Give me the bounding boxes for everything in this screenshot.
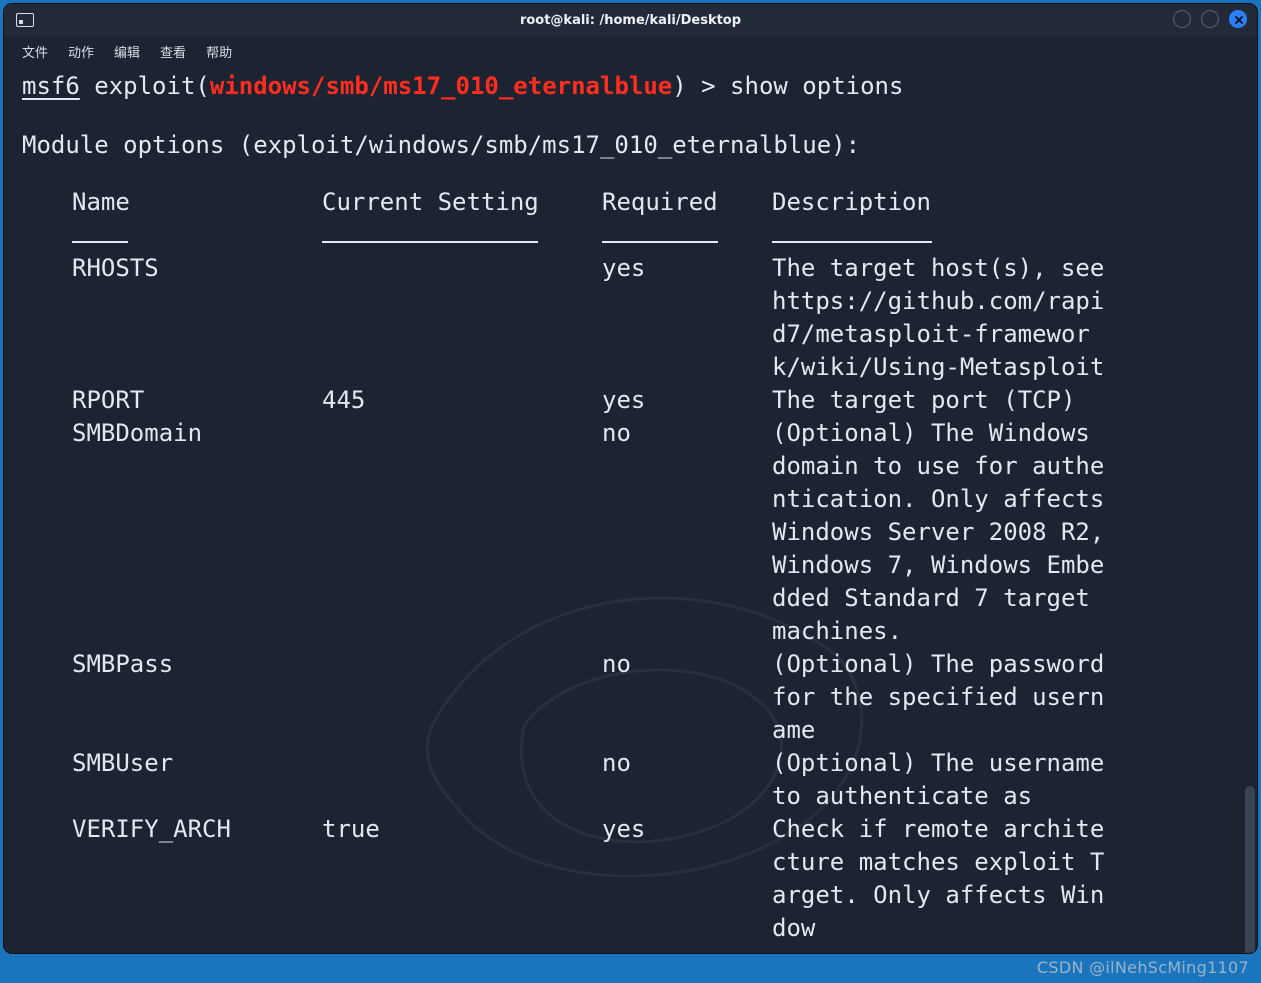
opt-current: 445	[322, 384, 602, 417]
col-header-required-text: Required	[602, 188, 718, 216]
opt-name: SMBPass	[72, 648, 322, 747]
opt-required: no	[602, 648, 772, 747]
opt-name: RPORT	[72, 384, 322, 417]
maximize-button[interactable]	[1201, 10, 1219, 28]
close-button[interactable]	[1229, 10, 1247, 28]
menu-help[interactable]: 帮助	[206, 42, 232, 61]
opt-name: SMBDomain	[72, 417, 322, 648]
prompt-command: show options	[730, 72, 903, 100]
opt-current: true	[322, 813, 602, 945]
menu-file[interactable]: 文件	[22, 42, 48, 61]
menu-action[interactable]: 动作	[68, 42, 94, 61]
opt-required: no	[602, 417, 772, 648]
opt-required: yes	[602, 252, 772, 384]
col-header-current-text: Current Setting	[322, 188, 539, 216]
col-header-name-text: Name	[72, 188, 130, 216]
opt-name: VERIFY_ARCH	[72, 813, 322, 945]
opt-current	[322, 417, 602, 648]
menu-edit[interactable]: 编辑	[114, 42, 140, 61]
col-header-description-text: Description	[772, 188, 931, 216]
col-header-current: Current Setting	[322, 186, 602, 252]
opt-description: The target port (TCP)	[772, 384, 1112, 417]
opt-description: (Optional) The password for the specifie…	[772, 648, 1112, 747]
section-header: Module options (exploit/windows/smb/ms17…	[22, 129, 1239, 162]
prompt-msf: msf6	[22, 72, 80, 100]
opt-required: no	[602, 747, 772, 813]
col-header-description: Description	[772, 186, 1112, 252]
menubar: 文件 动作 编辑 查看 帮助	[4, 36, 1257, 67]
minimize-button[interactable]	[1173, 10, 1191, 28]
terminal-window: root@kali: /home/kali/Desktop 文件 动作 编辑 查…	[4, 4, 1257, 953]
opt-required: yes	[602, 813, 772, 945]
window-title: root@kali: /home/kali/Desktop	[4, 13, 1257, 28]
opt-name: RHOSTS	[72, 252, 322, 384]
menu-view[interactable]: 查看	[160, 42, 186, 61]
col-header-required: Required	[602, 186, 772, 252]
prompt-angle: >	[701, 72, 715, 100]
opt-description: (Optional) The username to authenticate …	[772, 747, 1112, 813]
opt-current	[322, 648, 602, 747]
titlebar[interactable]: root@kali: /home/kali/Desktop	[4, 4, 1257, 36]
terminal-body[interactable]: msf6 exploit(windows/smb/ms17_010_eterna…	[4, 66, 1257, 953]
opt-current	[322, 747, 602, 813]
scrollbar-thumb[interactable]	[1245, 786, 1255, 953]
col-header-name: Name	[72, 186, 322, 252]
prompt-line: msf6 exploit(windows/smb/ms17_010_eterna…	[22, 70, 1239, 103]
prompt-module-path: windows/smb/ms17_010_eternalblue	[210, 72, 672, 100]
opt-description: (Optional) The Windows domain to use for…	[772, 417, 1112, 648]
watermark: CSDN @ilNehScMing1107	[1037, 958, 1249, 977]
window-controls	[1173, 10, 1247, 28]
terminal-app-icon	[16, 13, 34, 27]
opt-name: SMBUser	[72, 747, 322, 813]
opt-description: Check if remote architecture matches exp…	[772, 813, 1112, 945]
opt-current	[322, 252, 602, 384]
opt-description: The target host(s), see https://github.c…	[772, 252, 1112, 384]
options-table: Name Current Setting Required Descriptio…	[72, 186, 1239, 945]
prompt-exploit-word: exploit	[94, 72, 195, 100]
opt-required: yes	[602, 384, 772, 417]
